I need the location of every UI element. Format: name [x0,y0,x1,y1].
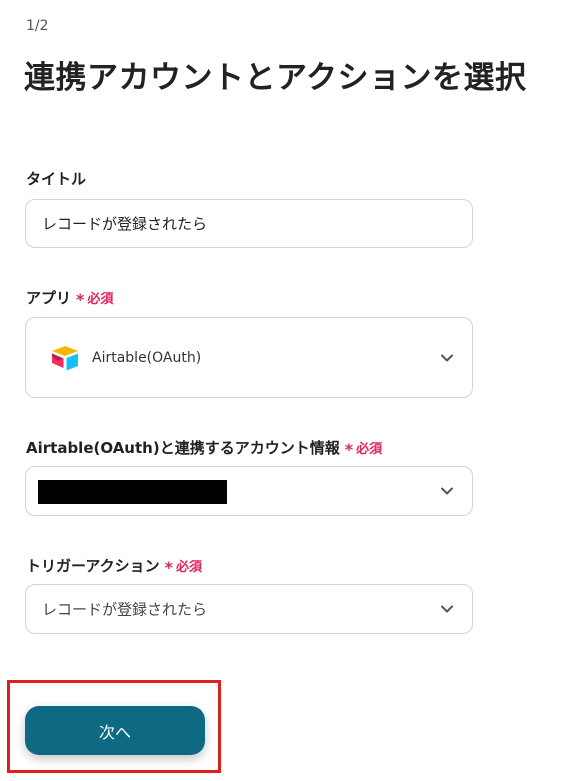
required-badge: * 必須 [76,288,114,309]
required-asterisk-icon: * [344,440,354,459]
step-indicator: 1/2 [26,18,49,34]
redacted-account-value [38,480,227,504]
required-badge: * 必須 [344,438,383,459]
title-input-box[interactable] [25,199,473,248]
required-asterisk-icon: * [164,558,174,577]
app-label-text: アプリ [26,289,72,307]
next-button[interactable]: 次へ [25,706,205,755]
required-badge: * 必須 [164,556,203,577]
app-field-label: アプリ * 必須 [26,287,114,309]
trigger-field-label: トリガーアクション * 必須 [26,555,203,577]
title-label-text: タイトル [26,170,87,188]
airtable-logo-icon [52,345,78,370]
required-text: 必須 [176,560,203,575]
chevron-down-icon [441,605,453,613]
account-label-text: Airtable(OAuth)と連携するアカウント情報 [26,439,340,457]
title-input[interactable] [26,200,472,247]
trigger-label-text: トリガーアクション [26,557,160,575]
title-field-label: タイトル [26,168,86,189]
chevron-down-icon [441,487,453,495]
trigger-select[interactable]: レコードが登録されたら [25,584,473,634]
trigger-selected-value: レコードが登録されたら [42,600,208,619]
required-asterisk-icon: * [76,290,85,309]
account-select[interactable] [25,466,473,516]
app-select[interactable]: Airtable(OAuth) [25,317,473,398]
page-title: 連携アカウントとアクションを選択 [24,60,527,96]
account-field-label: Airtable(OAuth)と連携するアカウント情報 * 必須 [26,437,383,459]
chevron-down-icon [441,354,453,361]
required-text: 必須 [356,442,383,457]
app-name: Airtable(OAuth) [92,349,202,366]
required-text: 必須 [87,292,114,307]
